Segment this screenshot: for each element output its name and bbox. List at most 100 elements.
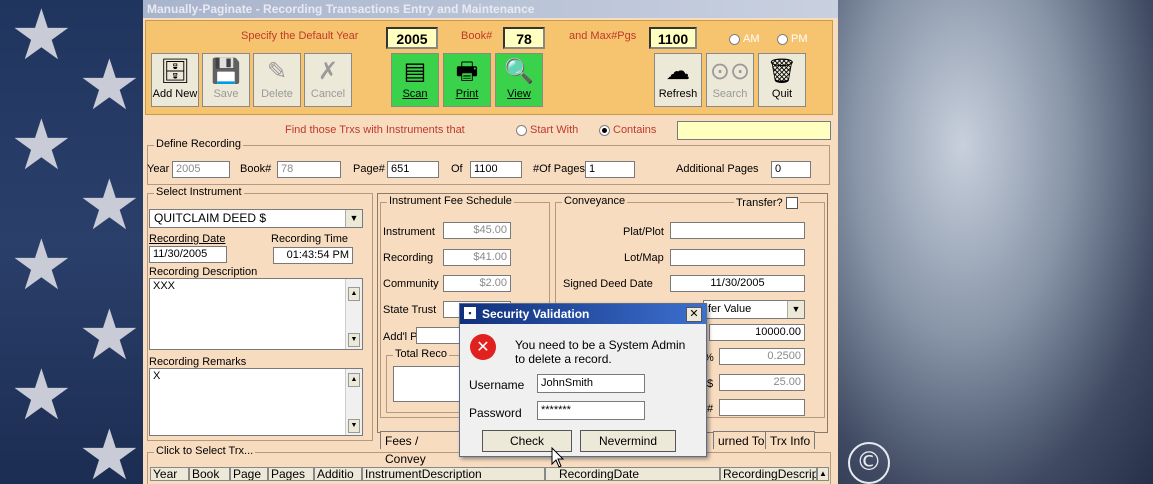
start-with-radio[interactable]: Start With: [516, 124, 578, 136]
recording-description-value: XXX: [153, 280, 176, 292]
rate-field[interactable]: 0.2500: [719, 348, 805, 365]
default-year-field[interactable]: 2005: [386, 27, 438, 49]
of-field[interactable]: 1100: [470, 161, 522, 178]
pm-radio-circle: [777, 33, 788, 45]
recording-fee-field[interactable]: $41.00: [443, 249, 511, 266]
contains-label: Contains: [613, 124, 657, 136]
flag-background: ★ ★ ★ ★ ★ ★ ★ ★: [0, 0, 150, 484]
quit-button[interactable]: 🗑 Quit: [758, 53, 806, 107]
tab-trx-info[interactable]: Trx Info: [765, 431, 816, 449]
dialog-message-line1: You need to be a System Admin: [515, 338, 686, 352]
grid-header-instrument-description[interactable]: InstrumentDescription: [362, 467, 545, 481]
recording-remarks-label: Recording Remarks: [149, 356, 247, 368]
page-num-field[interactable]: 651: [387, 161, 439, 178]
username-input[interactable]: JohnSmith: [537, 374, 645, 393]
total-recording-title: Total Reco: [393, 348, 449, 360]
select-instrument-title: Select Instrument: [154, 186, 244, 198]
contains-radio[interactable]: Contains: [599, 124, 656, 136]
mouse-cursor-icon: [551, 447, 565, 468]
pm-radio[interactable]: PM: [777, 33, 808, 45]
view-button[interactable]: 🔍 View: [495, 53, 543, 107]
printer-icon: 🖶: [455, 57, 479, 85]
grid-scroll-up-icon[interactable]: ▲: [817, 467, 829, 481]
save-button[interactable]: 💾 Save: [202, 53, 250, 107]
grid-header-page[interactable]: Page: [230, 467, 268, 481]
search-button[interactable]: ⊙⊙ Search: [706, 53, 754, 107]
recording-time-label: Recording Time: [271, 233, 349, 245]
username-label: Username: [469, 378, 525, 392]
community-fee-label: Community: [383, 278, 439, 290]
year-field[interactable]: 2005: [172, 161, 230, 178]
find-input[interactable]: [677, 121, 831, 140]
tab-returned-to[interactable]: urned To: [713, 431, 770, 449]
grid-header-additio[interactable]: Additio: [314, 467, 362, 481]
scan-button[interactable]: ▤ Scan: [391, 53, 439, 107]
quit-label: Quit: [771, 88, 793, 100]
book-label: Book#: [461, 30, 493, 42]
am-radio[interactable]: AM: [729, 33, 760, 45]
book-num-field[interactable]: 78: [277, 161, 341, 178]
scroll-down-icon[interactable]: ▼: [348, 419, 360, 433]
instrument-fee-label: Instrument: [383, 226, 435, 238]
trx-grid-title: Click to Select Trx...: [154, 445, 256, 457]
grid-header-recording-date[interactable]: RecordingDate: [545, 467, 720, 481]
tab-fees-convey[interactable]: Fees / Convey: [380, 431, 465, 466]
max-pgs-field[interactable]: 1100: [649, 27, 697, 49]
nevermind-button[interactable]: Nevermind: [580, 430, 676, 452]
recording-description-textarea[interactable]: XXX ▲ ▼: [149, 278, 363, 350]
desktop-background: [835, 0, 1153, 484]
grid-header-year[interactable]: Year: [150, 467, 189, 481]
grid-header-book[interactable]: Book: [189, 467, 230, 481]
close-icon[interactable]: ✕: [686, 307, 702, 322]
number-field[interactable]: [719, 399, 805, 416]
scroll-up-icon[interactable]: ▲: [348, 287, 360, 301]
am-radio-circle: [729, 33, 740, 45]
plat-plot-field[interactable]: [670, 222, 805, 239]
window-title: Manually-Paginate - Recording Transactio…: [143, 0, 838, 18]
delete-label: Delete: [261, 88, 293, 100]
instrument-dropdown[interactable]: QUITCLAIM DEED $ ▼: [149, 209, 363, 228]
transfer-value-field[interactable]: 10000.00: [709, 324, 805, 341]
cancel-button[interactable]: ✗ Cancel: [304, 53, 352, 107]
refresh-label: Refresh: [658, 88, 698, 100]
scroll-down-icon[interactable]: ▼: [348, 333, 360, 347]
community-fee-field[interactable]: $2.00: [443, 275, 511, 292]
add-new-button[interactable]: 🗄 Add New: [151, 53, 199, 107]
cancel-icon: ✗: [317, 57, 339, 85]
checkbox-icon: [785, 197, 798, 210]
password-label: Password: [469, 406, 522, 420]
print-button[interactable]: 🖶 Print: [443, 53, 491, 107]
amount-field[interactable]: 25.00: [719, 374, 805, 391]
lot-map-field[interactable]: [670, 249, 805, 266]
dialog-titlebar: ▪ Security Validation ✕: [460, 304, 706, 324]
contains-radio-circle: [599, 124, 610, 136]
recording-remarks-textarea[interactable]: X ▲ ▼: [149, 368, 363, 436]
scan-label: Scan: [402, 88, 428, 100]
transfer-checkbox[interactable]: Transfer?: [734, 197, 800, 210]
transfer-label: Transfer?: [736, 197, 783, 209]
conveyance-title: Conveyance: [562, 195, 628, 207]
delete-button[interactable]: ✎ Delete: [253, 53, 301, 107]
remarks-scrollbar[interactable]: ▲ ▼: [345, 369, 362, 435]
recording-time-field[interactable]: 01:43:54 PM: [273, 247, 353, 264]
additional-pages-label: Additional Pages: [676, 163, 759, 175]
value-type-dropdown[interactable]: fer Value ▼: [703, 300, 805, 319]
password-input[interactable]: *******: [537, 401, 645, 420]
lot-map-label: Lot/Map: [624, 252, 664, 264]
scroll-up-icon[interactable]: ▲: [348, 373, 360, 387]
instrument-fee-field[interactable]: $45.00: [443, 222, 511, 239]
magnifier-icon: 🔍: [504, 57, 534, 85]
book-field[interactable]: 78: [503, 27, 545, 49]
additional-pages-field[interactable]: 0: [771, 161, 811, 178]
scanner-icon: ▤: [403, 57, 427, 85]
recording-date-field[interactable]: 11/30/2005: [149, 246, 227, 263]
grid-header-pages[interactable]: Pages: [268, 467, 314, 481]
book-num-label: Book#: [240, 163, 272, 175]
num-pages-field[interactable]: 1: [585, 161, 635, 178]
of-label: Of: [451, 163, 463, 175]
description-scrollbar[interactable]: ▲ ▼: [345, 279, 362, 349]
signed-deed-date-field[interactable]: 11/30/2005: [670, 275, 805, 292]
find-label: Find those Trxs with Instruments that: [285, 124, 465, 136]
grid-header-recording-descrip[interactable]: RecordingDescrip: [720, 467, 817, 481]
refresh-button[interactable]: ☁ Refresh: [654, 53, 702, 107]
